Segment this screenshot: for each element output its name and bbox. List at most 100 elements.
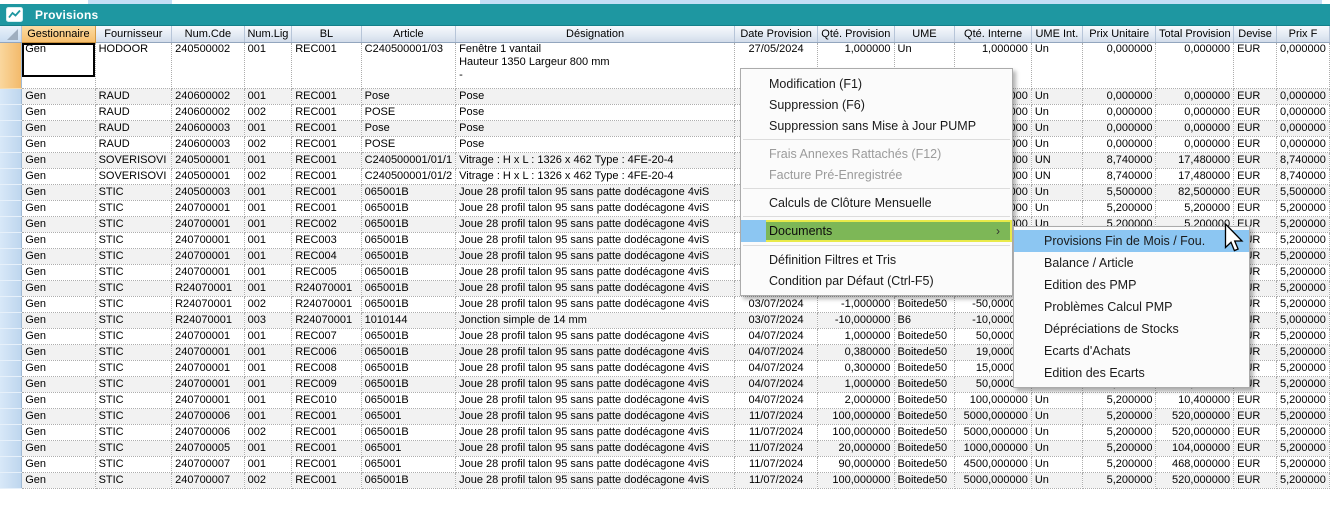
cell-fournisseur[interactable]: HODOOR xyxy=(95,42,172,88)
cell-gestionnaire[interactable]: Gen xyxy=(22,136,95,152)
cell-article[interactable]: 065001B xyxy=(361,360,455,376)
cell-num_lig[interactable]: 001 xyxy=(244,232,292,248)
cell-devise[interactable]: EUR xyxy=(1234,472,1277,488)
cell-devise[interactable]: EUR xyxy=(1234,184,1277,200)
cell-num_lig[interactable]: 002 xyxy=(244,136,292,152)
cell-date_provision[interactable]: 04/07/2024 xyxy=(735,360,818,376)
cell-article[interactable]: Pose xyxy=(361,88,455,104)
cell-num_cde[interactable]: 240700001 xyxy=(172,376,245,392)
cell-article[interactable]: 065001 xyxy=(361,440,455,456)
cell-prix_unitaire[interactable]: 5,200000 xyxy=(1082,408,1156,424)
cell-designation[interactable]: Joue 28 profil talon 95 sans patte dodéc… xyxy=(456,200,735,216)
cell-total_provision[interactable]: 520,000000 xyxy=(1156,408,1234,424)
row-selector[interactable] xyxy=(0,104,22,120)
cell-num_lig[interactable]: 001 xyxy=(244,280,292,296)
cell-ume[interactable]: Boitede50 xyxy=(894,424,955,440)
row-selector[interactable] xyxy=(0,120,22,136)
cell-article[interactable]: C240500001/01/2 xyxy=(361,168,455,184)
cell-date_provision[interactable]: 11/07/2024 xyxy=(735,424,818,440)
column-header-article[interactable]: Article xyxy=(361,26,455,42)
cell-date_provision[interactable]: 11/07/2024 xyxy=(735,408,818,424)
cell-gestionnaire[interactable]: Gen xyxy=(22,440,95,456)
cell-gestionnaire[interactable]: Gen xyxy=(22,200,95,216)
cell-article[interactable]: POSE xyxy=(361,136,455,152)
cell-prix_unitaire[interactable]: 8,740000 xyxy=(1082,152,1156,168)
cell-num_cde[interactable]: 240600003 xyxy=(172,136,245,152)
cell-bl[interactable]: REC001 xyxy=(292,184,361,200)
cell-num_lig[interactable]: 003 xyxy=(244,312,292,328)
cell-bl[interactable]: REC001 xyxy=(292,120,361,136)
cell-num_cde[interactable]: 240700007 xyxy=(172,456,245,472)
cell-date_provision[interactable]: 04/07/2024 xyxy=(735,392,818,408)
cell-total_provision[interactable]: 0,000000 xyxy=(1156,42,1234,88)
cell-num_lig[interactable]: 002 xyxy=(244,296,292,312)
cell-article[interactable]: 065001B xyxy=(361,328,455,344)
cell-designation[interactable]: Pose xyxy=(456,136,735,152)
cell-fournisseur[interactable]: STIC xyxy=(95,312,172,328)
cell-prix_f[interactable]: 5,200000 xyxy=(1276,360,1329,376)
row-selector[interactable] xyxy=(0,424,22,440)
cell-prix_unitaire[interactable]: 5,200000 xyxy=(1082,456,1156,472)
cell-ume_int[interactable]: Un xyxy=(1031,184,1082,200)
cell-prix_f[interactable]: 5,200000 xyxy=(1276,264,1329,280)
cell-prix_unitaire[interactable]: 0,000000 xyxy=(1082,120,1156,136)
cell-designation[interactable]: Pose xyxy=(456,88,735,104)
cell-prix_f[interactable]: 0,000000 xyxy=(1276,120,1329,136)
cell-article[interactable]: 065001B xyxy=(361,376,455,392)
cell-total_provision[interactable]: 17,480000 xyxy=(1156,152,1234,168)
cell-num_cde[interactable]: 240500002 xyxy=(172,42,245,88)
cell-article[interactable]: 065001B xyxy=(361,200,455,216)
column-header-prix_f[interactable]: Prix F xyxy=(1276,26,1329,42)
cell-num_lig[interactable]: 001 xyxy=(244,42,292,88)
row-selector[interactable] xyxy=(0,280,22,296)
cell-num_cde[interactable]: R24070001 xyxy=(172,312,245,328)
cell-fournisseur[interactable]: STIC xyxy=(95,248,172,264)
cell-fournisseur[interactable]: STIC xyxy=(95,200,172,216)
cell-num_lig[interactable]: 002 xyxy=(244,472,292,488)
column-header-gestionnaire[interactable]: Gestionnaire xyxy=(22,26,95,42)
column-header-ume[interactable]: UME xyxy=(894,26,955,42)
cell-total_provision[interactable]: 104,000000 xyxy=(1156,440,1234,456)
cell-fournisseur[interactable]: RAUD xyxy=(95,120,172,136)
cell-num_cde[interactable]: 240700001 xyxy=(172,232,245,248)
cell-total_provision[interactable]: 0,000000 xyxy=(1156,104,1234,120)
cell-num_cde[interactable]: 240700001 xyxy=(172,328,245,344)
cell-total_provision[interactable]: 0,000000 xyxy=(1156,136,1234,152)
cell-num_cde[interactable]: 240600002 xyxy=(172,88,245,104)
cell-qte_provision[interactable]: 100,000000 xyxy=(818,472,894,488)
menu-item-calculs-de-cloture-mensuelle[interactable]: Calculs de Clôture Mensuelle xyxy=(741,192,1012,213)
cell-prix_f[interactable]: 5,200000 xyxy=(1276,440,1329,456)
cell-fournisseur[interactable]: STIC xyxy=(95,424,172,440)
cell-devise[interactable]: EUR xyxy=(1234,168,1277,184)
cell-article[interactable]: Pose xyxy=(361,120,455,136)
cell-prix_f[interactable]: 8,740000 xyxy=(1276,168,1329,184)
cell-qte_provision[interactable]: 1,000000 xyxy=(818,376,894,392)
cell-total_provision[interactable]: 0,000000 xyxy=(1156,120,1234,136)
submenu-item-provisions-fin-de-mois-fou[interactable]: Provisions Fin de Mois / Fou. xyxy=(1014,230,1249,252)
submenu-item-edition-des-ecarts[interactable]: Edition des Ecarts xyxy=(1014,362,1249,384)
cell-gestionnaire[interactable]: Gen xyxy=(22,248,95,264)
cell-ume_int[interactable]: Un xyxy=(1031,42,1082,88)
cell-fournisseur[interactable]: STIC xyxy=(95,440,172,456)
cell-ume_int[interactable]: Un xyxy=(1031,472,1082,488)
row-selector[interactable] xyxy=(0,344,22,360)
cell-article[interactable]: 065001B xyxy=(361,344,455,360)
cell-gestionnaire[interactable]: Gen xyxy=(22,88,95,104)
cell-ume[interactable]: Boitede50 xyxy=(894,408,955,424)
cell-num_lig[interactable]: 001 xyxy=(244,392,292,408)
cell-bl[interactable]: REC001 xyxy=(292,424,361,440)
cell-prix_f[interactable]: 5,200000 xyxy=(1276,328,1329,344)
cell-bl[interactable]: REC001 xyxy=(292,136,361,152)
cell-ume_int[interactable]: Un xyxy=(1031,200,1082,216)
cell-fournisseur[interactable]: STIC xyxy=(95,456,172,472)
cell-bl[interactable]: REC009 xyxy=(292,376,361,392)
cell-bl[interactable]: R24070001 xyxy=(292,312,361,328)
cell-devise[interactable]: EUR xyxy=(1234,440,1277,456)
cell-num_cde[interactable]: 240700001 xyxy=(172,200,245,216)
cell-designation[interactable]: Joue 28 profil talon 95 sans patte dodéc… xyxy=(456,216,735,232)
cell-devise[interactable]: EUR xyxy=(1234,392,1277,408)
cell-devise[interactable]: EUR xyxy=(1234,200,1277,216)
cell-date_provision[interactable]: 11/07/2024 xyxy=(735,440,818,456)
cell-prix_f[interactable]: 0,000000 xyxy=(1276,104,1329,120)
cell-designation[interactable]: Joue 28 profil talon 95 sans patte dodéc… xyxy=(456,280,735,296)
